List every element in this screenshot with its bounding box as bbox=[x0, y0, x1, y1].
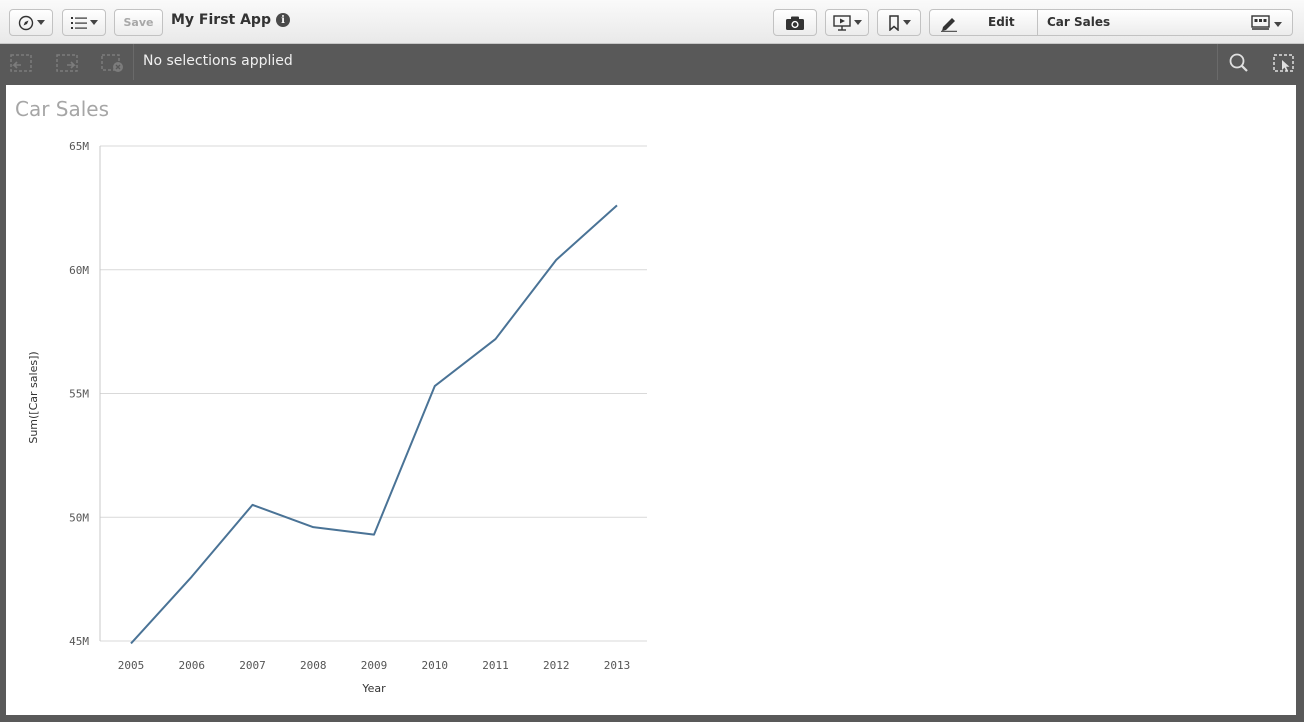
y-tick-label: 55M bbox=[69, 388, 89, 401]
edit-label: Edit bbox=[988, 15, 1015, 29]
chevron-down-icon bbox=[36, 20, 45, 25]
save-button[interactable]: Save bbox=[114, 9, 163, 36]
divider bbox=[1217, 44, 1218, 80]
x-tick-label: 2006 bbox=[179, 659, 206, 672]
navigation-button[interactable] bbox=[9, 9, 53, 36]
x-tick-label: 2007 bbox=[239, 659, 266, 672]
x-tick-label: 2005 bbox=[118, 659, 145, 672]
series-line bbox=[130, 204, 618, 645]
selections-tool-icon[interactable] bbox=[1271, 52, 1297, 74]
snapshot-button[interactable] bbox=[773, 9, 817, 36]
step-back-icon[interactable] bbox=[8, 52, 34, 74]
sheet-panel: Car Sales 45M 50M 55M 60M 65M 2005 2006 2007 200… bbox=[6, 85, 1296, 715]
search-icon[interactable] bbox=[1226, 52, 1252, 74]
y-tick-label: 50M bbox=[69, 511, 89, 524]
x-tick-label: 2010 bbox=[422, 659, 449, 672]
top-toolbar: Save My First App i Edit Car Sales bbox=[0, 0, 1304, 44]
global-menu-button[interactable] bbox=[62, 9, 106, 36]
x-tick-label: 2009 bbox=[361, 659, 388, 672]
story-button[interactable] bbox=[825, 9, 869, 36]
bookmark-icon bbox=[888, 14, 900, 31]
sheet-list-button[interactable] bbox=[1251, 14, 1282, 34]
pencil-icon bbox=[939, 14, 959, 36]
chevron-down-icon bbox=[89, 20, 98, 25]
edit-button[interactable]: Edit bbox=[930, 10, 1038, 35]
navigation-compass-icon bbox=[18, 15, 34, 31]
x-tick-label: 2008 bbox=[300, 659, 327, 672]
snapshot-camera-icon bbox=[785, 15, 805, 31]
info-icon[interactable]: i bbox=[275, 13, 290, 27]
chevron-down-icon bbox=[902, 20, 911, 25]
x-tick-label: 2012 bbox=[543, 659, 570, 672]
line-chart[interactable]: 45M 50M 55M 60M 65M 2005 2006 2007 2008 2009 2010 2… bbox=[6, 85, 666, 715]
x-tick-label: 2013 bbox=[604, 659, 631, 672]
y-tick-label: 65M bbox=[69, 140, 89, 153]
x-axis-label: Year bbox=[361, 682, 386, 695]
y-tick-label: 45M bbox=[69, 635, 89, 648]
selections-status: No selections applied bbox=[143, 53, 293, 69]
clear-selections-icon[interactable] bbox=[100, 52, 126, 74]
x-tick-label: 2011 bbox=[482, 659, 509, 672]
app-title: My First App i bbox=[171, 12, 290, 28]
sheet-name[interactable]: Car Sales bbox=[1047, 15, 1110, 29]
global-menu-icon bbox=[70, 16, 87, 30]
edit-sheet-group: Edit Car Sales bbox=[929, 9, 1293, 36]
step-forward-icon[interactable] bbox=[54, 52, 80, 74]
chevron-down-icon bbox=[1274, 21, 1282, 27]
divider bbox=[133, 44, 134, 80]
y-axis-label: Sum([Car sales]) bbox=[27, 351, 40, 443]
app-title-text: My First App bbox=[171, 12, 271, 28]
chevron-down-icon bbox=[853, 20, 862, 25]
selections-bar: No selections applied bbox=[0, 44, 1304, 80]
story-presentation-icon bbox=[832, 14, 851, 31]
bookmark-button[interactable] bbox=[877, 9, 921, 36]
sheet-list-icon bbox=[1251, 14, 1271, 34]
y-tick-label: 60M bbox=[69, 264, 89, 277]
